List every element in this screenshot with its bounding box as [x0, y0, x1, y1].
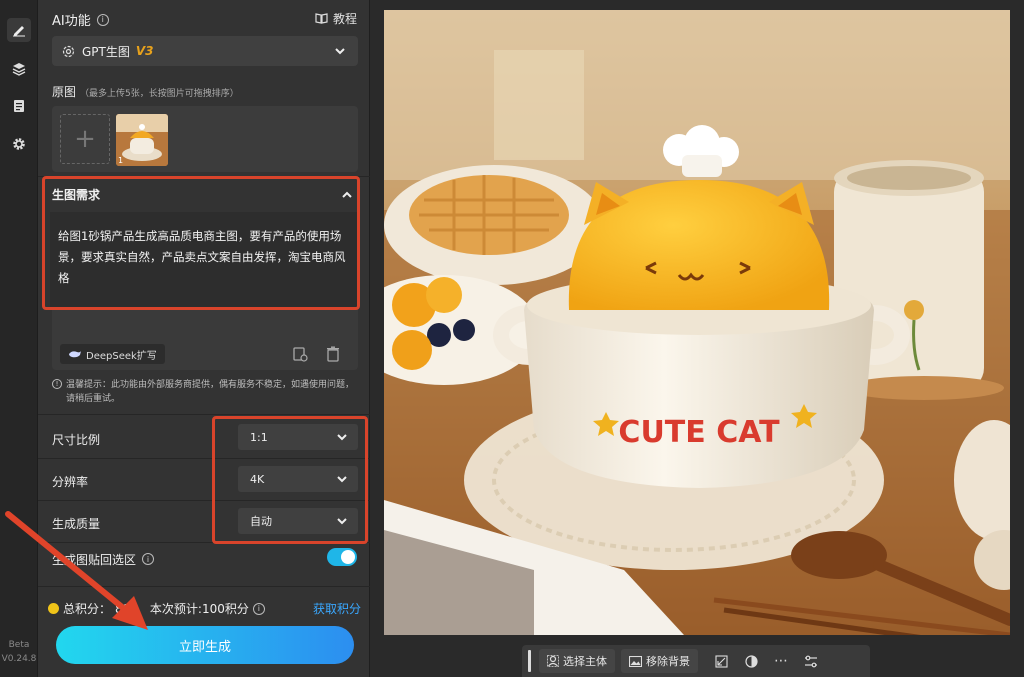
- canvas-toolbar: 选择主体 移除背景 ⋯: [522, 645, 870, 677]
- model-select[interactable]: GPT生图 V3: [52, 36, 358, 66]
- crop-expand-icon[interactable]: [708, 649, 734, 673]
- source-hint: （最多上传5张，长按图片可拖拽排序）: [80, 89, 239, 99]
- edit-icon[interactable]: [7, 18, 31, 42]
- chevron-down-icon: [335, 48, 345, 55]
- tutorial-link[interactable]: 教程: [315, 10, 357, 27]
- model-name: GPT生图: [82, 44, 130, 59]
- divider: [38, 414, 370, 415]
- image-icon: [629, 655, 642, 667]
- model-version: V3: [135, 44, 154, 58]
- trash-icon[interactable]: [326, 346, 340, 362]
- aspect-ratio-label: 尺寸比例: [52, 432, 101, 447]
- info-icon[interactable]: i: [96, 13, 109, 26]
- requirement-tools: DeepSeek扩写: [52, 310, 358, 370]
- service-notice: ! 温馨提示：此功能由外部服务商提供，偶有服务不稳定，如遇使用问题，请稍后重试。: [52, 378, 358, 406]
- adjust-sliders-icon[interactable]: [798, 649, 824, 673]
- version-number: V0.24.8: [1, 654, 37, 664]
- settings-icon[interactable]: [7, 132, 31, 156]
- thumbnail-index: 1: [118, 156, 124, 165]
- document-icon[interactable]: [7, 94, 31, 118]
- contrast-icon[interactable]: [738, 649, 764, 673]
- app-window: Beta V0.24.8 AI功能 i 教程 GPT生图 V3 原图 （最多上传5…: [0, 0, 1024, 677]
- panel-title-text: AI功能: [52, 14, 91, 29]
- deepseek-expand-button[interactable]: DeepSeek扩写: [60, 344, 165, 364]
- canvas-area: CUTE CAT 选择主体 移除背景 ⋯: [370, 0, 1024, 677]
- toolbar-drag-handle[interactable]: [528, 650, 531, 672]
- select-subject-label: 选择主体: [563, 655, 607, 668]
- thumbnail-image: [116, 114, 168, 166]
- source-image-label: 原图 （最多上传5张，长按图片可拖拽排序）: [52, 83, 239, 100]
- info-icon[interactable]: i: [252, 602, 265, 615]
- annotation-box-settings: [212, 416, 368, 544]
- product-scene-image: CUTE CAT: [384, 10, 1010, 635]
- annotation-arrow: [5, 511, 148, 630]
- more-icon[interactable]: ⋯: [768, 649, 794, 673]
- person-icon: [547, 655, 559, 667]
- history-icon[interactable]: [292, 346, 308, 362]
- product-photo[interactable]: CUTE CAT: [384, 10, 1010, 635]
- panel-title: AI功能 i: [52, 10, 109, 29]
- paste-back-toggle[interactable]: [327, 548, 357, 566]
- model-logo-icon: [62, 45, 75, 57]
- source-thumbnail[interactable]: 1: [116, 114, 168, 166]
- remove-background-label: 移除背景: [646, 655, 690, 668]
- notice-text: 温馨提示：此功能由外部服务商提供，偶有服务不稳定，如遇使用问题，请稍后重试。: [66, 380, 355, 404]
- add-image-button[interactable]: +: [60, 114, 110, 164]
- book-icon: [315, 13, 328, 24]
- annotation-box-requirement: [42, 176, 360, 310]
- product-cute-cat-text: CUTE CAT: [618, 415, 780, 450]
- resolution-label: 分辨率: [52, 474, 89, 489]
- deepseek-label: DeepSeek扩写: [86, 350, 157, 362]
- layers-icon[interactable]: [7, 57, 31, 81]
- info-icon: !: [52, 379, 62, 389]
- select-subject-button[interactable]: 选择主体: [539, 649, 615, 673]
- remove-background-button[interactable]: 移除背景: [621, 649, 698, 673]
- version-label: Beta: [8, 640, 30, 650]
- source-image-area: + 1: [52, 106, 358, 172]
- get-points-link[interactable]: 获取积分: [313, 600, 361, 617]
- tutorial-label: 教程: [332, 12, 357, 26]
- whale-icon: [69, 351, 81, 358]
- source-label-text: 原图: [52, 85, 77, 99]
